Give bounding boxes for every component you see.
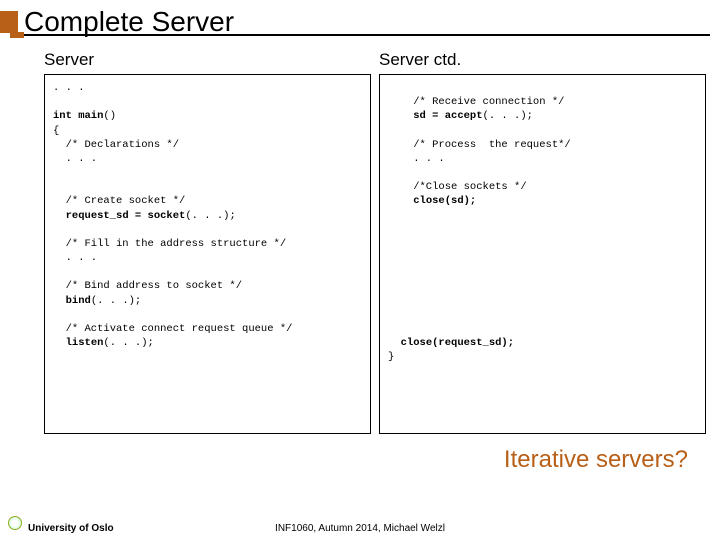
right-heading: Server ctd. (379, 50, 706, 70)
title-bar: Complete Server (0, 0, 720, 38)
left-column: Server . . . int main() { /* Declaration… (44, 50, 371, 434)
title-divider-icon (10, 34, 710, 36)
footer-course: INF1060, Autumn 2014, Michael Welzl (275, 523, 445, 534)
left-code-box: . . . int main() { /* Declarations */ . … (44, 74, 371, 434)
footer: University of Oslo INF1060, Autumn 2014,… (0, 523, 720, 534)
right-code-box: /* Receive connection */ sd = accept(. .… (379, 74, 706, 434)
footer-university: University of Oslo (28, 523, 114, 534)
sub-question: Iterative servers? (0, 446, 720, 474)
columns: Server . . . int main() { /* Declaration… (0, 38, 720, 434)
left-code: . . . int main() { /* Declarations */ . … (53, 82, 292, 349)
right-code: /* Receive connection */ sd = accept(. .… (388, 96, 571, 363)
right-column: Server ctd. /* Receive connection */ sd … (379, 50, 706, 434)
slide: Complete Server Server . . . int main() … (0, 0, 720, 540)
university-seal-icon (8, 516, 22, 530)
title-marker-icon (0, 11, 18, 33)
left-heading: Server (44, 50, 371, 70)
